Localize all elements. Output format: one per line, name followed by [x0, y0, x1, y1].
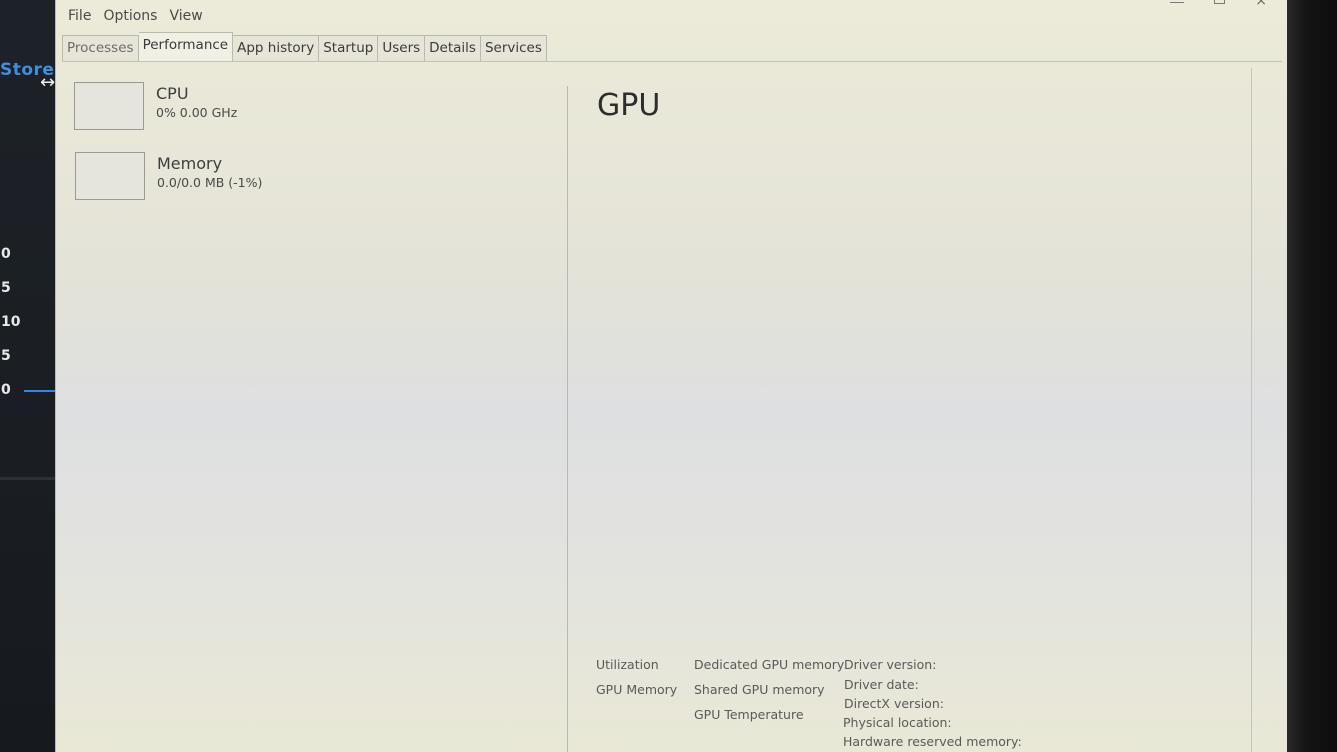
stat-driver-date: Driver date: — [844, 677, 919, 692]
sidebar-item-cpu[interactable]: CPU 0% 0.00 GHz — [74, 82, 237, 130]
cpu-title: CPU — [156, 84, 189, 103]
stat-utilization: Utilization — [596, 657, 659, 672]
stat-directx-version: DirectX version: — [844, 696, 944, 711]
stat-shared-gpu-memory: Shared GPU memory — [694, 682, 825, 697]
task-manager-window: × File Options View Processes Performanc… — [55, 0, 1287, 752]
tab-app-history[interactable]: App history — [233, 35, 320, 62]
tab-startup[interactable]: Startup — [319, 35, 379, 62]
memory-detail: 0.0/0.0 MB (-1%) — [157, 175, 263, 190]
axis-tick: 5 — [1, 280, 11, 296]
resize-cursor-icon: ↔ — [40, 72, 56, 93]
axis-tick: 0 — [1, 382, 11, 398]
tab-underline — [62, 61, 1282, 62]
tab-users[interactable]: Users — [378, 35, 426, 62]
page-title: GPU — [597, 88, 661, 123]
axis-tick: 0 — [1, 246, 11, 262]
stat-gpu-temperature: GPU Temperature — [694, 707, 804, 722]
cpu-thumbnail-graph — [74, 82, 144, 130]
menu-file[interactable]: File — [64, 6, 95, 26]
window-inner-border — [1251, 68, 1252, 752]
stat-hardware-reserved-memory: Hardware reserved memory: — [843, 734, 1022, 749]
tab-services[interactable]: Services — [480, 35, 547, 62]
memory-title: Memory — [157, 154, 223, 173]
screen-edge — [1285, 0, 1337, 752]
stat-gpu-memory: GPU Memory — [596, 682, 678, 697]
menu-view[interactable]: View — [165, 6, 206, 26]
tab-bar: Processes Performance App history Startu… — [62, 32, 547, 62]
tab-performance[interactable]: Performance — [138, 32, 234, 62]
sidebar-item-memory[interactable]: Memory 0.0/0.0 MB (-1%) — [75, 152, 262, 200]
pane-divider[interactable] — [567, 86, 568, 752]
menu-bar: File Options View — [56, 0, 1287, 32]
stat-physical-location: Physical location: — [843, 715, 952, 730]
tab-details[interactable]: Details — [425, 35, 481, 62]
background-app: Store ↔ 0 5 10 5 0 — [0, 0, 64, 752]
menu-options[interactable]: Options — [99, 6, 161, 26]
background-divider — [0, 477, 60, 480]
axis-tick: 5 — [1, 348, 11, 364]
stat-driver-version: Driver version: — [844, 657, 937, 672]
axis-tick: 10 — [1, 314, 21, 330]
tab-processes[interactable]: Processes — [62, 35, 139, 62]
stat-dedicated-gpu-memory: Dedicated GPU memory — [694, 657, 845, 672]
cpu-detail: 0% 0.00 GHz — [156, 105, 238, 120]
memory-thumbnail-graph — [75, 152, 145, 200]
